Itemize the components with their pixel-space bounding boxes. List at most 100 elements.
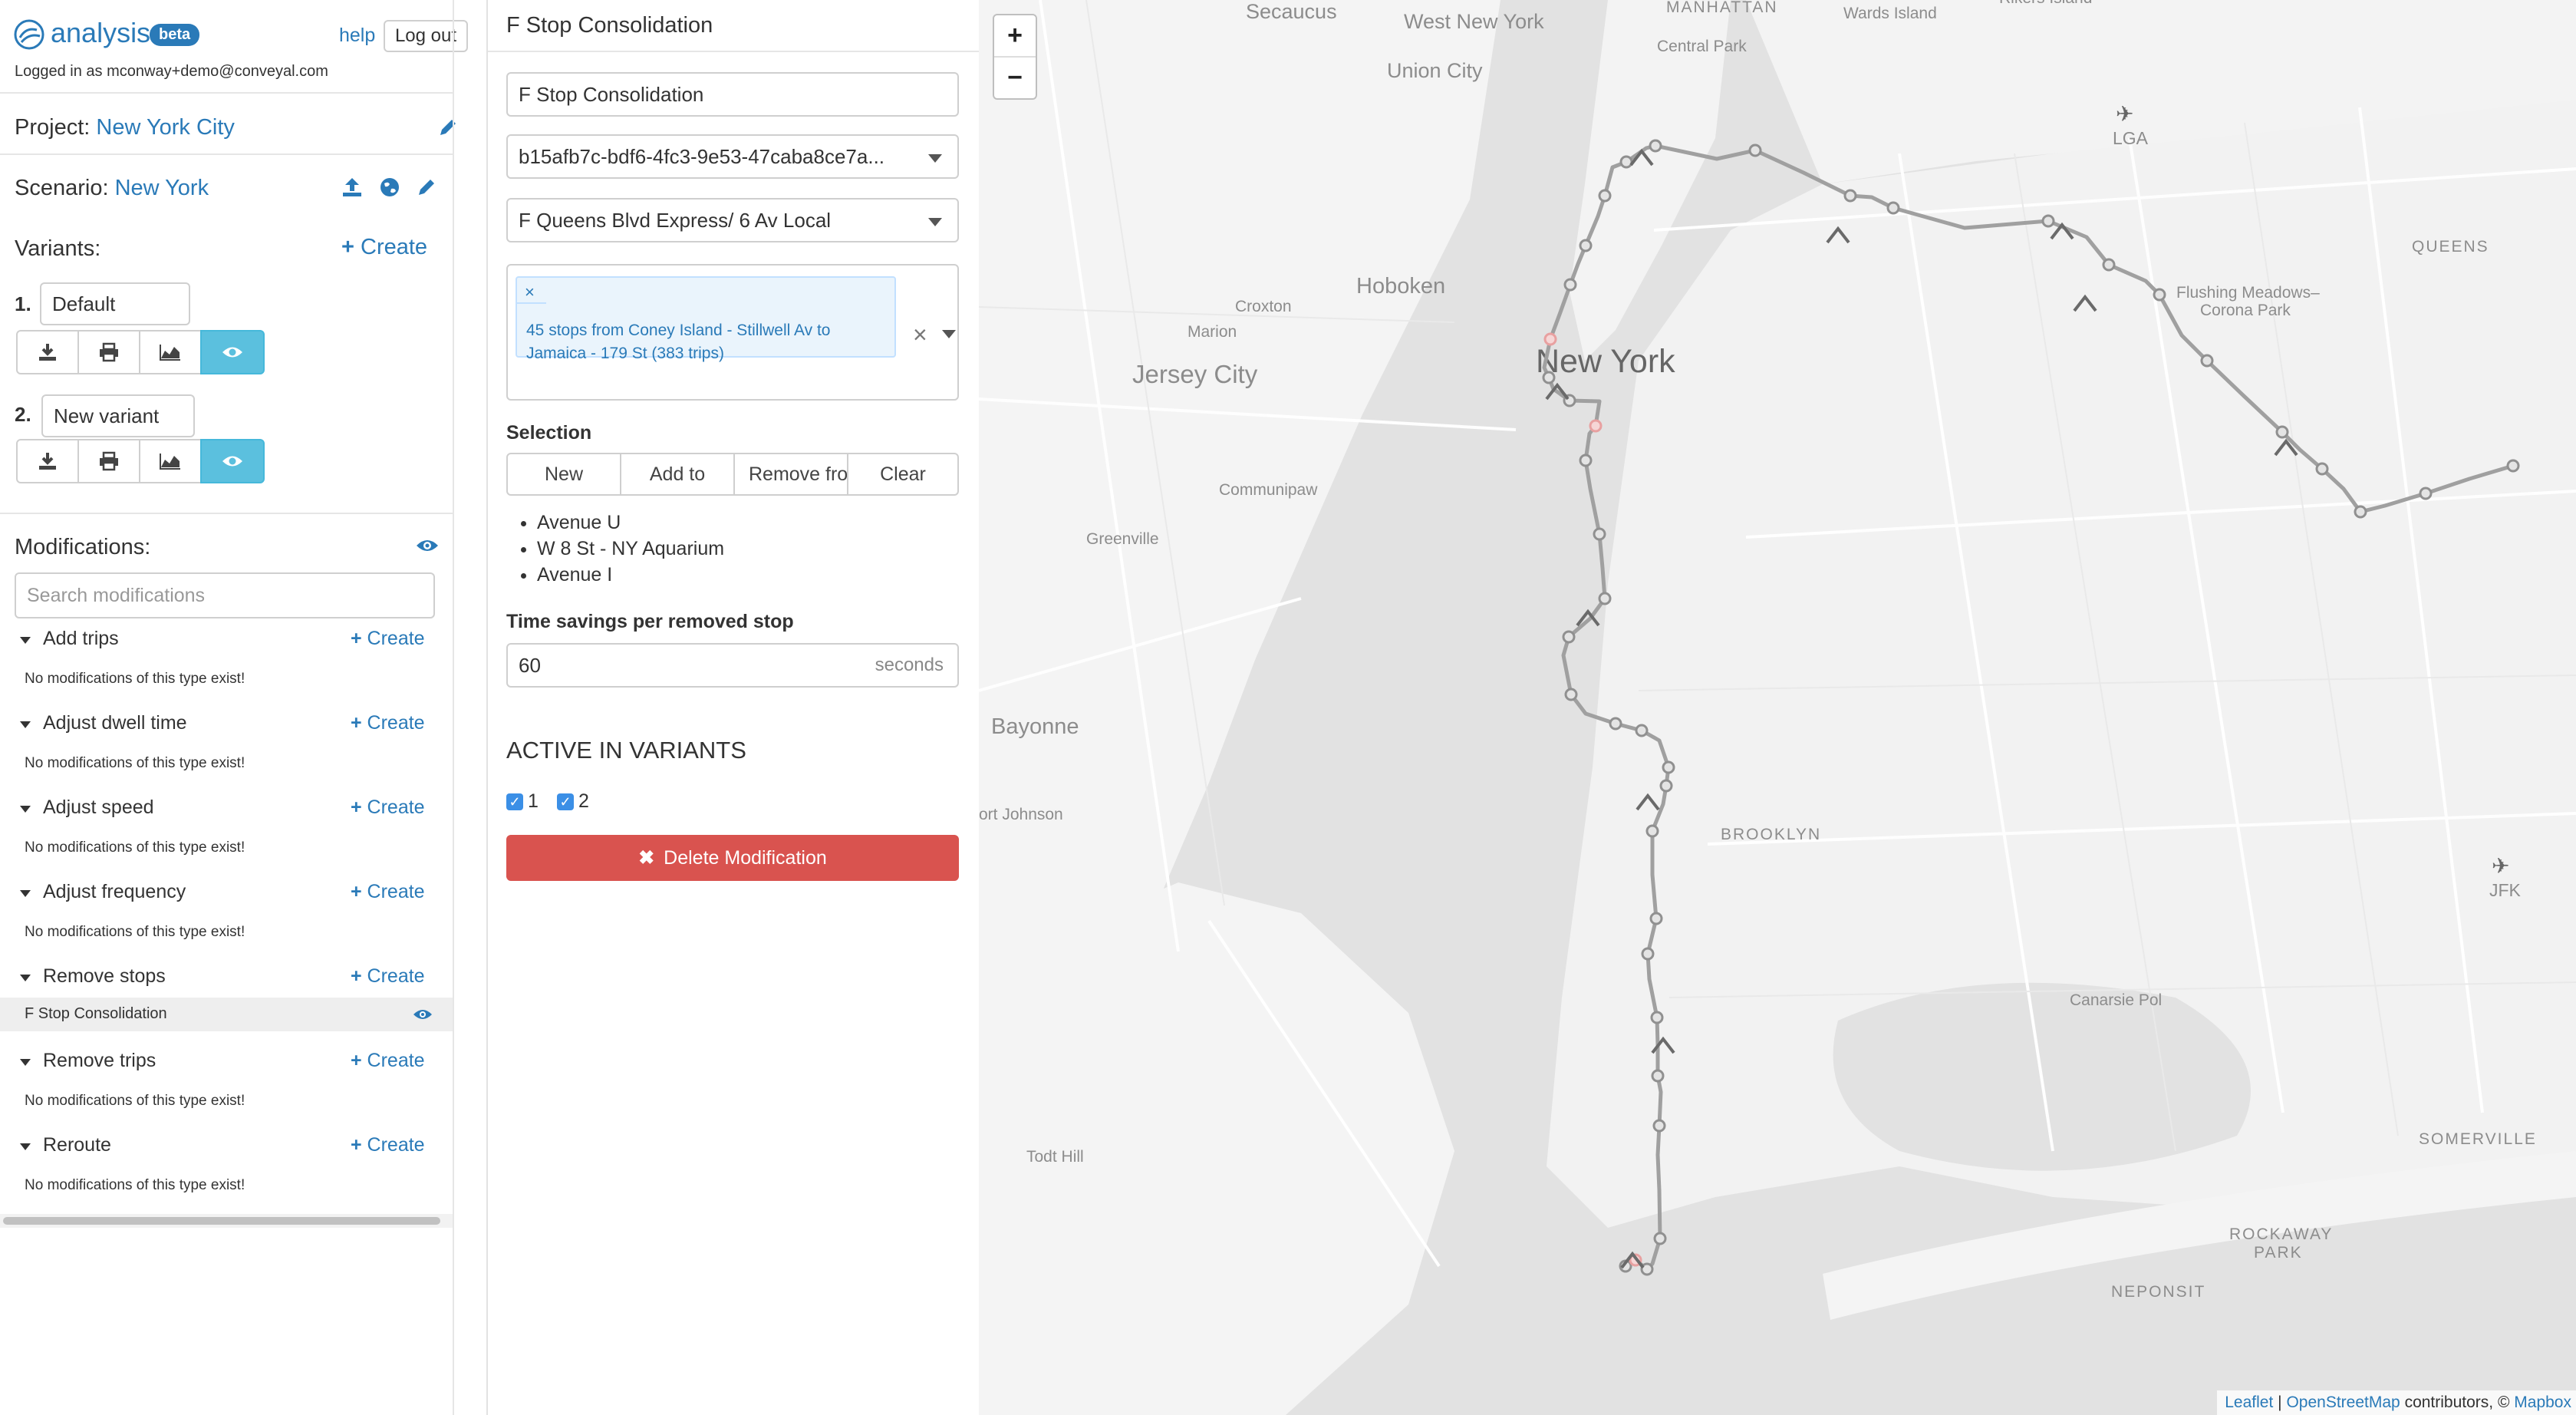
variant-chart-button[interactable] <box>139 439 202 483</box>
horizontal-scrollbar[interactable] <box>0 1214 453 1228</box>
modification-group-title[interactable]: Adjust speed <box>43 797 154 819</box>
create-modification-button[interactable]: + Create <box>351 797 425 819</box>
stop-marker[interactable] <box>1609 717 1622 731</box>
logout-button[interactable]: Log out <box>384 20 468 52</box>
zoom-out-button[interactable]: − <box>994 58 1036 98</box>
modification-list-item[interactable]: F Stop Consolidation <box>0 998 453 1031</box>
collapse-caret-icon[interactable] <box>20 975 31 981</box>
variant-download-button[interactable] <box>16 439 79 483</box>
stop-marker[interactable] <box>1659 779 1673 793</box>
selection-remove-button[interactable]: Remove fro <box>733 453 848 496</box>
collapse-caret-icon[interactable] <box>20 1143 31 1150</box>
project-name-link[interactable]: New York City <box>96 115 235 140</box>
mapbox-link[interactable]: Mapbox <box>2514 1394 2571 1411</box>
globe-icon[interactable] <box>379 176 400 198</box>
stop-marker[interactable] <box>1598 592 1612 605</box>
search-modifications-input[interactable]: Search modifications <box>15 572 435 618</box>
collapse-caret-icon[interactable] <box>20 637 31 644</box>
stop-marker[interactable] <box>1635 724 1649 737</box>
pattern-tag-remove-icon[interactable]: × <box>525 282 535 302</box>
stop-marker[interactable] <box>1542 371 1556 384</box>
create-modification-button[interactable]: + Create <box>351 712 425 734</box>
stop-marker[interactable] <box>2315 462 2329 476</box>
modification-group-title[interactable]: Remove trips <box>43 1050 156 1072</box>
modification-name-input[interactable]: F Stop Consolidation <box>506 72 959 117</box>
stop-marker[interactable] <box>1562 630 1576 644</box>
stop-marker[interactable] <box>2041 214 2055 228</box>
stop-marker[interactable] <box>1641 947 1655 961</box>
edit-scenario-icon[interactable] <box>416 176 437 198</box>
create-modification-button[interactable]: + Create <box>351 1134 425 1156</box>
upload-icon[interactable] <box>341 176 364 198</box>
stop-marker[interactable] <box>1653 1232 1667 1245</box>
variant-view-button[interactable] <box>200 439 265 483</box>
create-modification-button[interactable]: + Create <box>351 1050 425 1072</box>
variant-1-checkbox-row[interactable]: ✓ 1 <box>506 790 539 813</box>
create-modification-button[interactable]: + Create <box>351 881 425 903</box>
stop-marker[interactable] <box>1649 139 1662 153</box>
stop-marker[interactable] <box>1645 824 1659 838</box>
collapse-caret-icon[interactable] <box>20 890 31 897</box>
create-modification-button[interactable]: + Create <box>351 965 425 988</box>
edit-project-icon[interactable] <box>437 117 459 138</box>
collapse-caret-icon[interactable] <box>20 1059 31 1066</box>
stop-marker[interactable] <box>1598 189 1612 203</box>
variant-print-button[interactable] <box>77 439 140 483</box>
time-savings-input[interactable]: 60 seconds <box>506 643 959 688</box>
toggle-all-visibility-icon[interactable] <box>416 538 439 553</box>
scenario-name-link[interactable]: New York <box>115 176 209 200</box>
collapse-caret-icon[interactable] <box>20 721 31 728</box>
stop-marker[interactable] <box>2275 425 2289 439</box>
modification-group-title[interactable]: Reroute <box>43 1134 111 1156</box>
stop-marker[interactable] <box>2200 354 2214 368</box>
variant-chart-button[interactable] <box>139 330 202 374</box>
stop-marker[interactable] <box>1589 419 1603 433</box>
modification-group-title[interactable]: Add trips <box>43 628 119 650</box>
stop-marker[interactable] <box>1843 189 1857 203</box>
variant-view-button[interactable] <box>200 330 265 374</box>
stop-marker[interactable] <box>2153 288 2166 302</box>
variant-2-checkbox-row[interactable]: ✓ 2 <box>557 790 589 813</box>
chevron-down-icon[interactable] <box>942 330 956 338</box>
checkbox-checked-icon[interactable]: ✓ <box>557 793 574 810</box>
stop-marker[interactable] <box>2506 459 2520 473</box>
checkbox-checked-icon[interactable]: ✓ <box>506 793 523 810</box>
stop-marker[interactable] <box>1563 278 1577 292</box>
variant-print-button[interactable] <box>77 330 140 374</box>
stop-marker[interactable] <box>2354 505 2367 519</box>
stop-marker[interactable] <box>1649 912 1663 925</box>
stop-marker[interactable] <box>2419 487 2433 500</box>
stop-marker[interactable] <box>1619 155 1633 169</box>
variant-download-button[interactable] <box>16 330 79 374</box>
clear-pattern-icon[interactable]: × <box>913 321 927 349</box>
stop-marker[interactable] <box>1650 1011 1664 1024</box>
stop-marker[interactable] <box>1886 201 1900 215</box>
create-variant-button[interactable]: + Create <box>341 235 427 260</box>
stop-marker[interactable] <box>1662 760 1675 774</box>
modification-group-title[interactable]: Adjust frequency <box>43 881 186 903</box>
stop-marker[interactable] <box>1651 1069 1665 1083</box>
help-link[interactable]: help <box>339 25 375 47</box>
create-modification-button[interactable]: + Create <box>351 628 425 650</box>
stop-marker[interactable] <box>1652 1119 1666 1133</box>
collapse-caret-icon[interactable] <box>20 806 31 813</box>
selection-add-button[interactable]: Add to <box>620 453 735 496</box>
selection-clear-button[interactable]: Clear <box>847 453 959 496</box>
map[interactable]: Secaucus West New York MANHATTAN Wards I… <box>979 0 2576 1415</box>
stop-marker[interactable] <box>1748 143 1762 157</box>
scrollbar-thumb[interactable] <box>3 1217 440 1225</box>
stop-marker[interactable] <box>1564 688 1578 701</box>
variant-name-input[interactable]: Default <box>40 282 190 325</box>
modification-group-title[interactable]: Adjust dwell time <box>43 712 187 734</box>
stop-marker[interactable] <box>1593 527 1606 541</box>
zoom-in-button[interactable]: + <box>994 15 1036 58</box>
stop-marker[interactable] <box>2102 258 2116 272</box>
app-name[interactable]: analysis <box>51 17 150 49</box>
route-select[interactable]: F Queens Blvd Express/ 6 Av Local <box>506 198 959 242</box>
stop-marker[interactable] <box>1543 332 1557 346</box>
map-canvas[interactable]: Secaucus West New York MANHATTAN Wards I… <box>979 0 2576 1415</box>
selection-new-button[interactable]: New <box>506 453 621 496</box>
leaflet-link[interactable]: Leaflet <box>2225 1394 2273 1411</box>
variant-name-input[interactable]: New variant <box>41 394 195 437</box>
osm-link[interactable]: OpenStreetMap <box>2286 1394 2400 1411</box>
